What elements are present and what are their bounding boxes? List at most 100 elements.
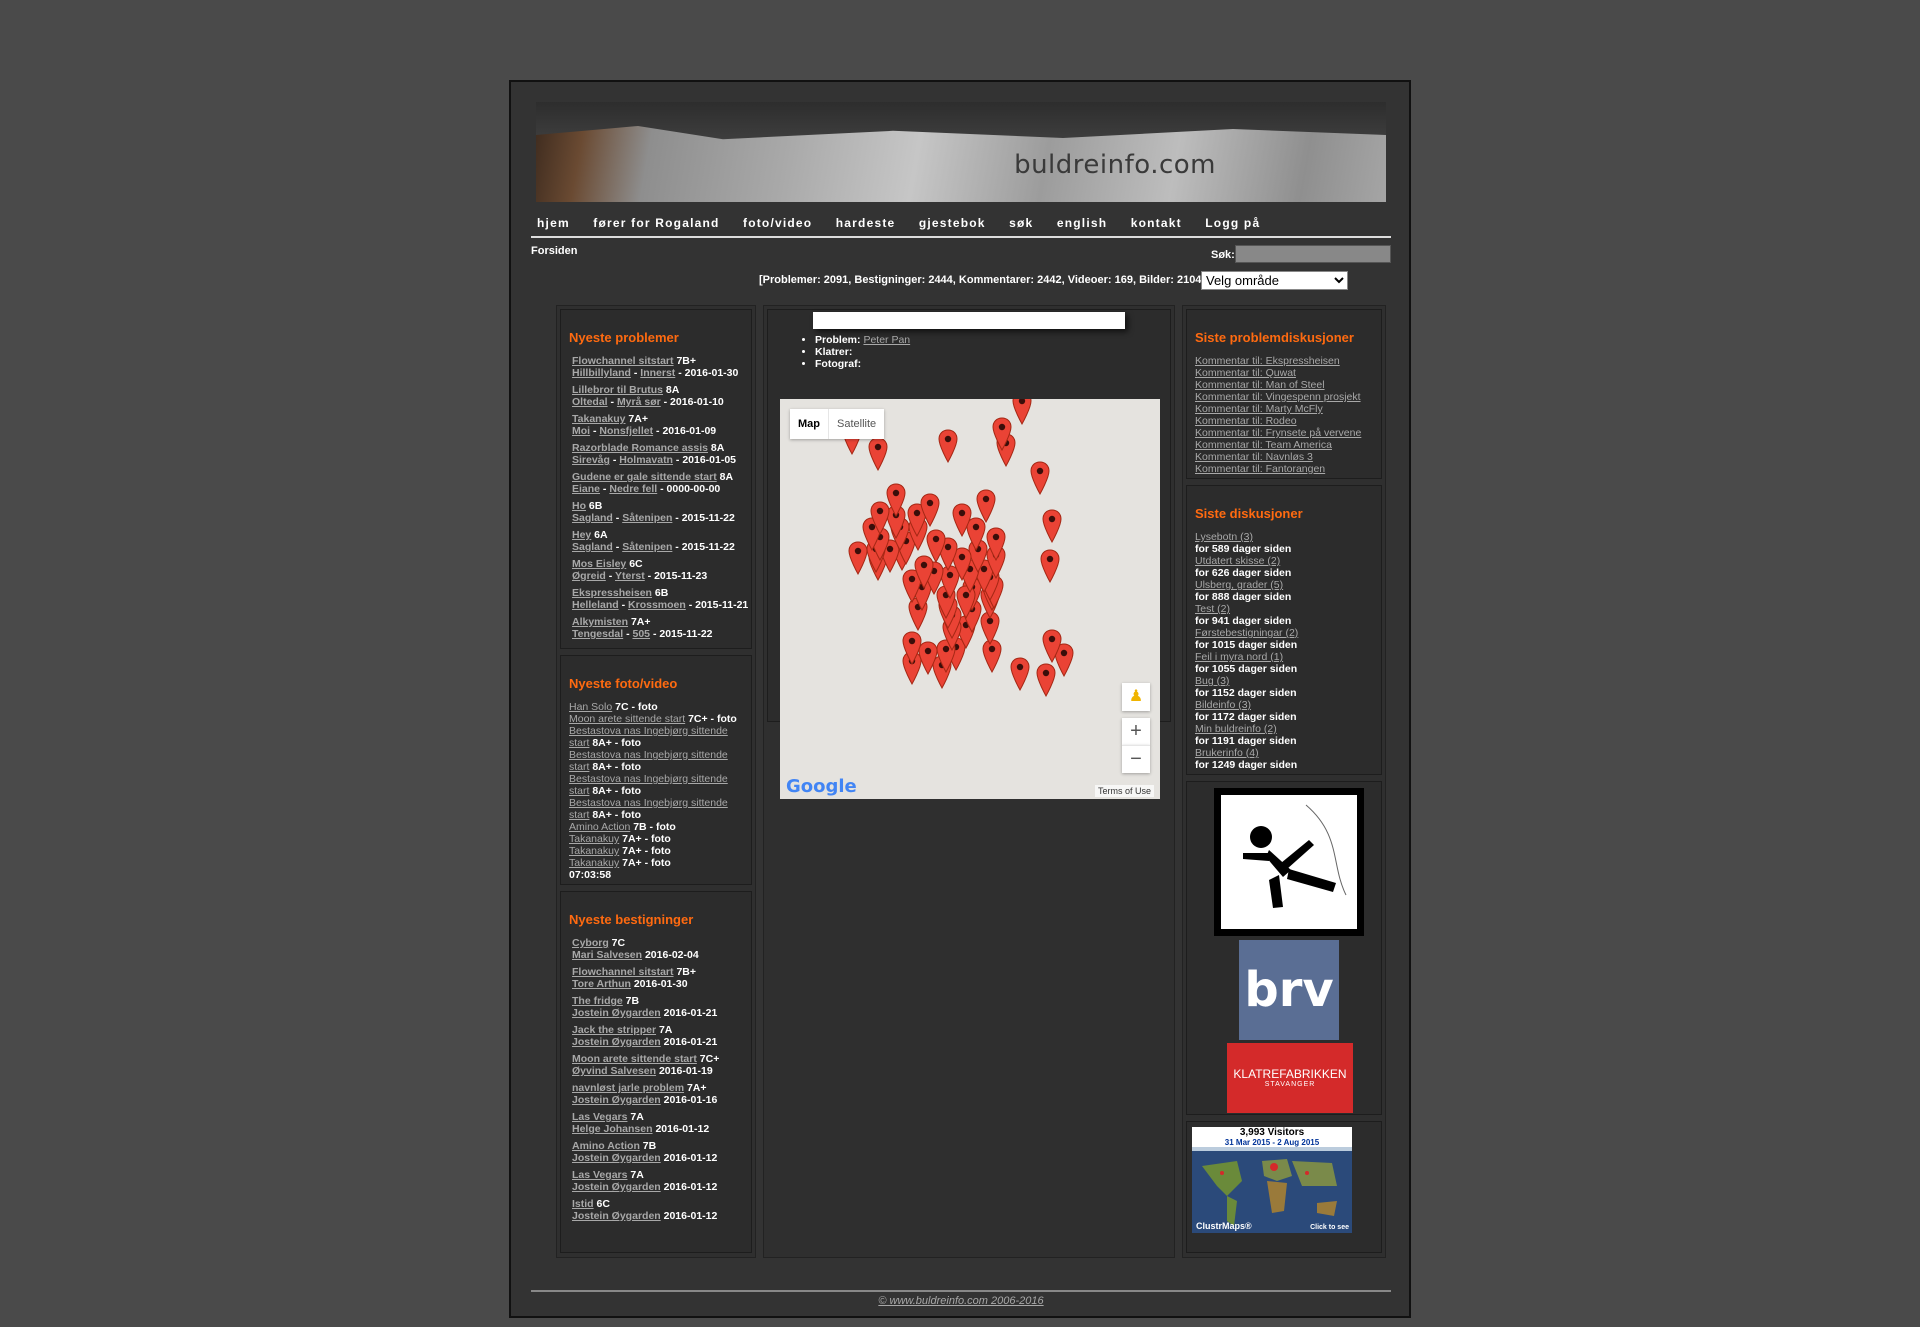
discussion-link[interactable]: Bug (3): [1195, 675, 1298, 687]
nav-hjem[interactable]: hjem: [537, 212, 570, 234]
problem-link[interactable]: Istid: [572, 1198, 594, 1210]
sector-link[interactable]: Nonsfjellet: [599, 425, 653, 437]
discussion-link[interactable]: Kommentar til: Marty McFly: [1195, 403, 1361, 415]
map-type-map-button[interactable]: Map: [790, 409, 828, 439]
discussion-link[interactable]: Bildeinfo (3): [1195, 699, 1298, 711]
nav-kontakt[interactable]: kontakt: [1131, 212, 1182, 234]
map-pin-icon[interactable]: [952, 503, 972, 537]
area-link[interactable]: Helleland: [572, 599, 619, 611]
sector-link[interactable]: Holmavatn: [619, 454, 673, 466]
problem-link[interactable]: Hey: [572, 529, 591, 541]
klatrefabrikken-logo[interactable]: KLATREFABRIKKEN STAVANGER: [1227, 1043, 1353, 1113]
area-select[interactable]: Velg område: [1201, 271, 1348, 290]
pegman-icon[interactable]: ♟: [1122, 683, 1150, 711]
problem-link[interactable]: Razorblade Romance assis: [572, 442, 708, 454]
discussion-link[interactable]: Brukerinfo (4): [1195, 747, 1298, 759]
problem-map[interactable]: Map Satellite ♟ + − Google Terms of Use: [780, 399, 1160, 799]
problem-link[interactable]: Las Vegars: [572, 1111, 627, 1123]
clustrmaps-widget[interactable]: 3,993 Visitors 31 Mar 2015 - 2 Aug 2015: [1192, 1127, 1352, 1233]
area-link[interactable]: Sagland: [572, 512, 613, 524]
media-link[interactable]: Takanakuy: [569, 833, 619, 845]
area-link[interactable]: Tengesdal: [572, 628, 623, 640]
search-input[interactable]: [1235, 245, 1391, 263]
discussion-link[interactable]: Ulsberg, grader (5): [1195, 579, 1298, 591]
user-link[interactable]: Jostein Øygarden: [572, 1036, 661, 1048]
media-link-cont[interactable]: start: [569, 809, 589, 821]
media-link-cont[interactable]: start: [569, 761, 589, 773]
discussion-link[interactable]: Feil i myra nord (1): [1195, 651, 1298, 663]
map-pin-icon[interactable]: [868, 437, 888, 471]
sector-link[interactable]: 505: [633, 628, 651, 640]
discussion-link[interactable]: Utdatert skisse (2): [1195, 555, 1298, 567]
problem-link[interactable]: Takanakuy: [572, 413, 626, 425]
sector-link[interactable]: Såtenipen: [622, 512, 672, 524]
map-pin-icon[interactable]: [986, 527, 1006, 561]
problem-link[interactable]: Ekspressheisen: [572, 587, 652, 599]
discussion-link[interactable]: Kommentar til: Vingespenn prosjekt: [1195, 391, 1361, 403]
media-link[interactable]: Takanakuy: [569, 845, 619, 857]
user-link[interactable]: Jostein Øygarden: [572, 1181, 661, 1193]
map-pin-icon[interactable]: [992, 417, 1012, 451]
map-pin-icon[interactable]: [886, 483, 906, 517]
map-pin-icon[interactable]: [976, 489, 996, 523]
terms-of-use-link[interactable]: Terms of Use: [1094, 785, 1154, 797]
problem-link[interactable]: The fridge: [572, 995, 623, 1007]
area-link[interactable]: Sirevåg: [572, 454, 610, 466]
sector-link[interactable]: Krossmoen: [628, 599, 686, 611]
footer-link[interactable]: © www.buldreinfo.com 2006-2016: [878, 1295, 1043, 1307]
climber-logo[interactable]: [1214, 788, 1364, 936]
problem-link[interactable]: Flowchannel sitstart: [572, 355, 674, 367]
discussion-link[interactable]: Min buldreinfo (2): [1195, 723, 1298, 735]
discussion-link[interactable]: Førstebestigningar (2): [1195, 627, 1298, 639]
map-pin-icon[interactable]: [1012, 399, 1032, 425]
map-pin-icon[interactable]: [926, 529, 946, 563]
discussion-link[interactable]: Kommentar til: Ekspressheisen: [1195, 355, 1361, 367]
discussion-link[interactable]: Kommentar til: Rodeo: [1195, 415, 1361, 427]
user-link[interactable]: Øyvind Salvesen: [572, 1065, 656, 1077]
area-link[interactable]: Oltedal: [572, 396, 608, 408]
problem-link[interactable]: Lillebror til Brutus: [572, 384, 663, 396]
discussion-link[interactable]: Kommentar til: Man of Steel: [1195, 379, 1361, 391]
photo-caption-bar[interactable]: [813, 312, 1125, 329]
discussion-link[interactable]: Kommentar til: Navnløs 3: [1195, 451, 1361, 463]
zoom-out-button[interactable]: −: [1122, 745, 1150, 773]
discussion-link[interactable]: Kommentar til: Team America: [1195, 439, 1361, 451]
nav-hardeste[interactable]: hardeste: [836, 212, 896, 234]
user-link[interactable]: Jostein Øygarden: [572, 1152, 661, 1164]
media-link-cont[interactable]: start: [569, 737, 589, 749]
area-link[interactable]: Moi: [572, 425, 590, 437]
nav-foto-video[interactable]: foto/video: [743, 212, 812, 234]
problem-link[interactable]: Cyborg: [572, 937, 609, 949]
user-link[interactable]: Jostein Øygarden: [572, 1094, 661, 1106]
user-link[interactable]: Tore Arthun: [572, 978, 631, 990]
clustrmaps-cta[interactable]: Click to see: [1310, 1224, 1349, 1231]
problem-link[interactable]: navnløst jarle problem: [572, 1082, 684, 1094]
problem-link[interactable]: Peter Pan: [863, 334, 910, 346]
problem-link[interactable]: Amino Action: [572, 1140, 640, 1152]
user-link[interactable]: Jostein Øygarden: [572, 1210, 661, 1222]
header-banner[interactable]: buldreinfo.com: [536, 102, 1386, 202]
problem-link[interactable]: Ho: [572, 500, 586, 512]
sector-link[interactable]: Yterst: [615, 570, 645, 582]
discussion-link[interactable]: Kommentar til: Frynsete på vervene: [1195, 427, 1361, 439]
problem-link[interactable]: Flowchannel sitstart: [572, 966, 674, 978]
zoom-in-button[interactable]: +: [1122, 718, 1150, 745]
map-pin-icon[interactable]: [920, 493, 940, 527]
discussion-link[interactable]: Kommentar til: Fantorangen: [1195, 463, 1361, 475]
problem-link[interactable]: Las Vegars: [572, 1169, 627, 1181]
nav-forer[interactable]: fører for Rogaland: [593, 212, 719, 234]
problem-link[interactable]: Mos Eisley: [572, 558, 626, 570]
sector-link[interactable]: Såtenipen: [622, 541, 672, 553]
sector-link[interactable]: Innerst: [640, 367, 675, 379]
map-pin-icon[interactable]: [1030, 461, 1050, 495]
map-pin-icon[interactable]: [1036, 663, 1056, 697]
brv-logo[interactable]: brv: [1239, 940, 1339, 1040]
map-pin-icon[interactable]: [902, 631, 922, 665]
map-pin-icon[interactable]: [1040, 549, 1060, 583]
nav-logg-pa[interactable]: Logg på: [1205, 212, 1260, 234]
media-link[interactable]: Bestastova nas Ingebjørg sittende: [569, 725, 728, 737]
nav-english[interactable]: english: [1057, 212, 1107, 234]
area-link[interactable]: Øgreid: [572, 570, 606, 582]
nav-gjestebok[interactable]: gjestebok: [919, 212, 986, 234]
sector-link[interactable]: Myrå sør: [617, 396, 661, 408]
